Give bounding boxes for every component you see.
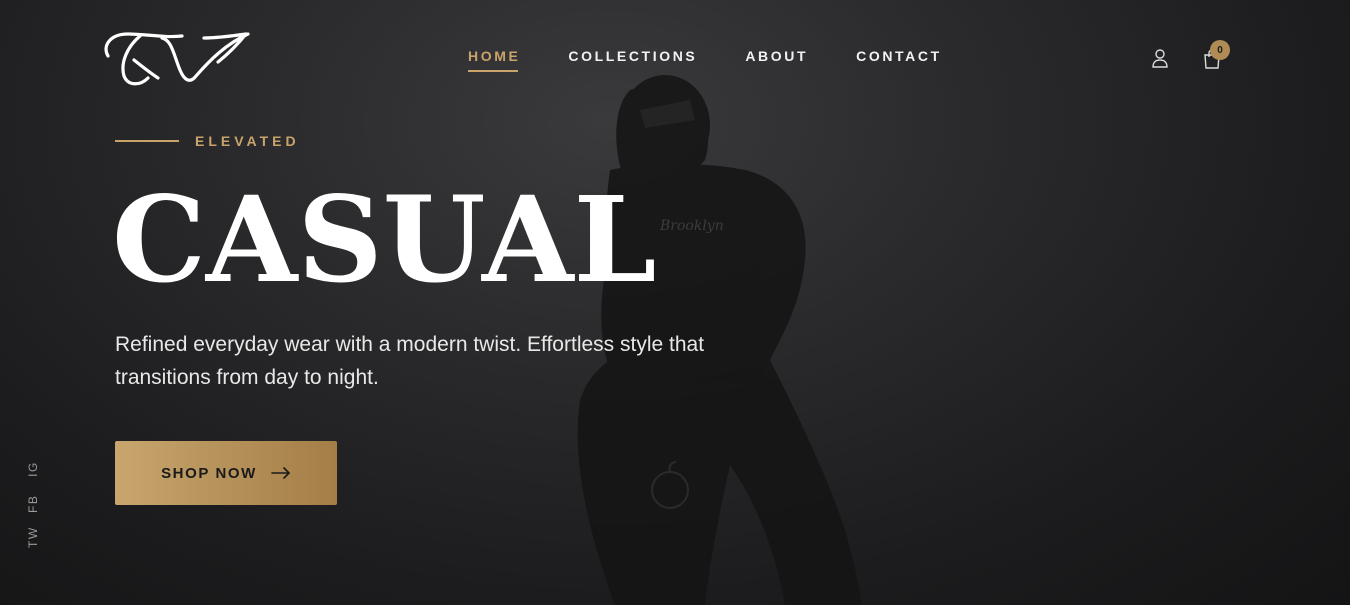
arrow-right-icon [271,467,290,479]
social-link-twitter[interactable]: TW [26,526,40,548]
social-link-facebook[interactable]: FB [26,495,40,513]
user-icon[interactable] [1150,48,1170,68]
hero-subtitle: Refined everyday wear with a modern twis… [115,333,705,389]
eyebrow-text: ELEVATED [195,133,300,149]
svg-text:Brooklyn: Brooklyn [659,218,724,234]
main-nav: HOME COLLECTIONS ABOUT CONTACT [468,48,942,72]
nav-item-home[interactable]: HOME [468,48,520,72]
nav-item-about[interactable]: ABOUT [745,48,808,72]
nav-item-contact[interactable]: CONTACT [856,48,942,72]
cart-count-badge: 0 [1210,40,1230,60]
shop-now-button[interactable]: SHOP NOW [115,441,337,505]
hero-eyebrow: ELEVATED [115,133,300,149]
shop-now-label: SHOP NOW [161,464,257,482]
nav-item-collections[interactable]: COLLECTIONS [568,48,697,72]
social-link-instagram[interactable]: IG [26,460,40,478]
hero-headline: CASUAL [112,170,657,309]
brand-logo[interactable] [100,26,252,90]
eyebrow-divider [115,140,179,142]
social-links: IG FB TW [24,458,42,553]
